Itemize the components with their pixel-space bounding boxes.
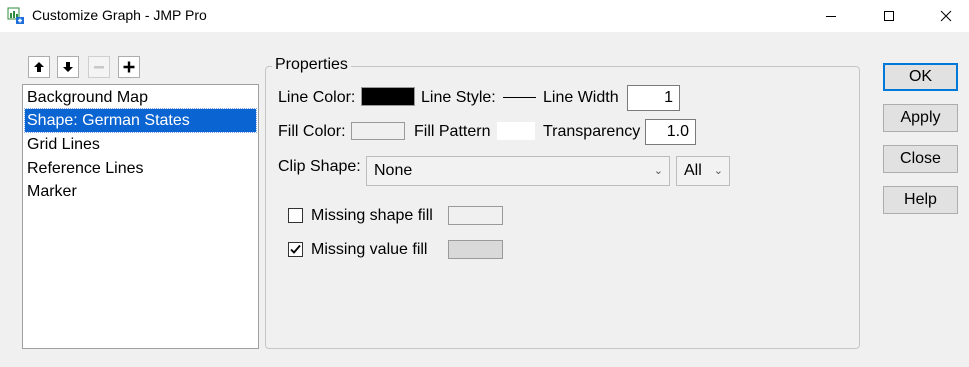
transparency-input[interactable]: 1.0 (645, 119, 696, 145)
line-width-label: Line Width (543, 89, 619, 106)
missing-value-fill-swatch[interactable] (448, 240, 503, 259)
move-down-button[interactable] (57, 56, 79, 78)
help-button[interactable]: Help (883, 186, 958, 214)
apply-button[interactable]: Apply (883, 104, 958, 132)
chevron-down-icon: ⌄ (653, 165, 663, 177)
move-up-button[interactable] (28, 56, 50, 78)
graph-elements-list[interactable]: Background Map Shape: German States Grid… (22, 84, 259, 349)
clip-scope-dropdown[interactable]: All ⌄ (676, 156, 730, 186)
clip-shape-label: Clip Shape: (278, 158, 361, 175)
list-item-reference-lines[interactable]: Reference Lines (25, 157, 256, 180)
line-style-label: Line Style: (421, 89, 496, 106)
line-color-label: Line Color: (278, 89, 356, 106)
arrow-up-icon (34, 62, 44, 72)
jmp-app-icon (7, 7, 25, 25)
missing-value-fill-label: Missing value fill (311, 241, 428, 258)
list-item-grid-lines[interactable]: Grid Lines (25, 133, 256, 156)
fill-pattern-swatch[interactable] (497, 122, 535, 140)
list-item-marker[interactable]: Marker (25, 180, 256, 203)
clip-scope-value: All (684, 162, 702, 179)
line-width-input[interactable]: 1 (627, 85, 680, 111)
close-button[interactable]: Close (883, 145, 958, 173)
list-item-background-map[interactable]: Background Map (25, 86, 256, 109)
checkmark-icon (290, 244, 301, 254)
minimize-icon[interactable] (808, 0, 854, 32)
missing-shape-fill-checkbox[interactable] (288, 208, 303, 223)
missing-value-fill-checkbox[interactable] (288, 242, 303, 257)
transparency-label: Transparency (543, 123, 641, 140)
minus-icon (94, 66, 104, 69)
line-color-swatch[interactable] (361, 87, 415, 106)
line-style-sample[interactable] (503, 97, 536, 98)
fill-pattern-label: Fill Pattern (414, 123, 491, 140)
clip-shape-dropdown[interactable]: None ⌄ (366, 156, 670, 186)
missing-shape-fill-label: Missing shape fill (311, 207, 433, 224)
fill-color-label: Fill Color: (278, 123, 346, 140)
list-item-shape-german-states[interactable]: Shape: German States (24, 108, 257, 133)
remove-button[interactable] (88, 56, 110, 78)
window-title: Customize Graph - JMP Pro (32, 7, 207, 23)
chevron-down-icon: ⌄ (713, 165, 723, 177)
ok-button[interactable]: OK (883, 63, 958, 91)
clip-shape-value: None (374, 162, 413, 179)
maximize-icon[interactable] (866, 0, 912, 32)
arrow-down-icon (63, 62, 73, 72)
close-icon[interactable] (923, 0, 969, 32)
missing-shape-fill-swatch[interactable] (448, 206, 503, 225)
properties-title: Properties (272, 56, 351, 74)
fill-color-swatch[interactable] (351, 122, 405, 140)
add-button[interactable] (118, 56, 140, 78)
plus-icon (123, 61, 135, 73)
